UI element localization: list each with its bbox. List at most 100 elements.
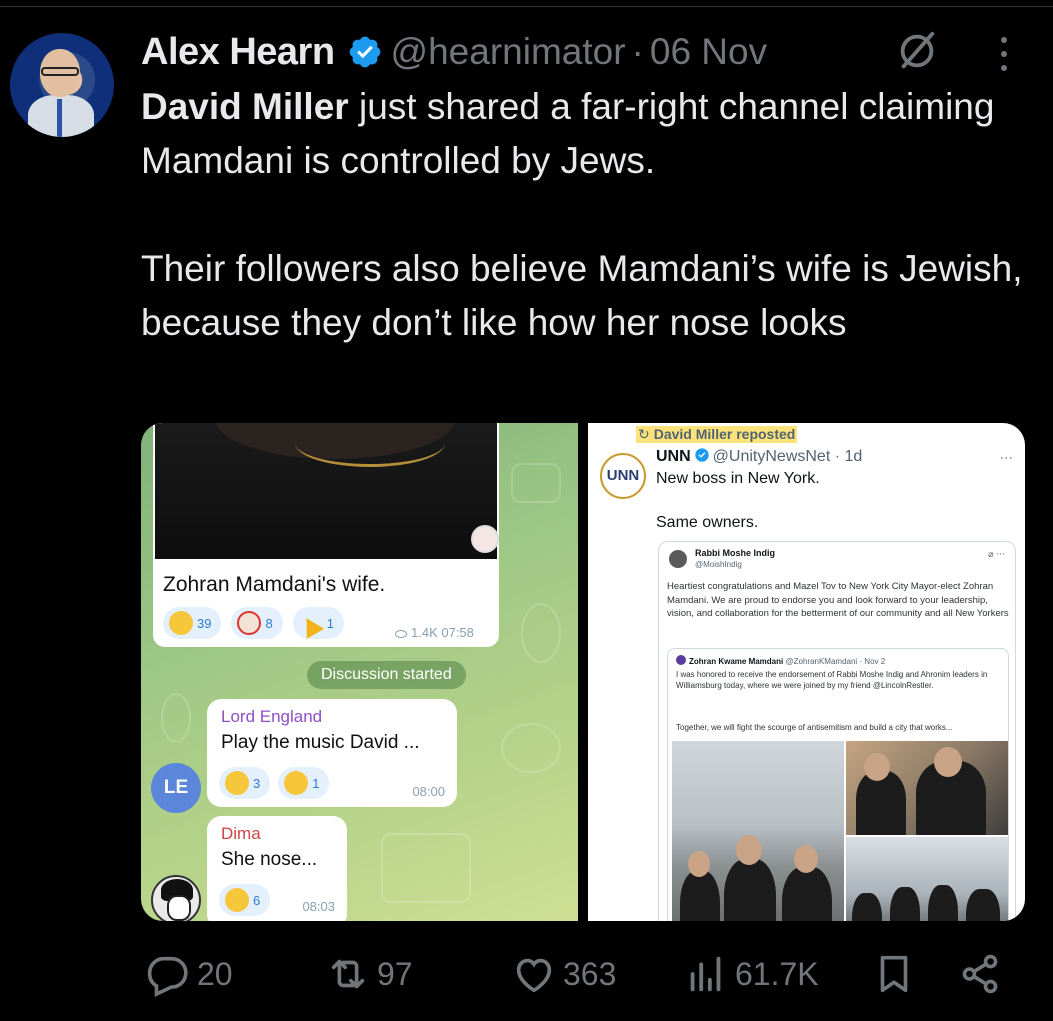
nested-author: Zohran Kwame Mamdani — [689, 657, 784, 666]
sticker-icon — [471, 525, 499, 553]
reaction-grinning[interactable]: 39 — [163, 607, 222, 639]
photo-necklace — [295, 423, 445, 467]
reaction-count: 3 — [253, 775, 261, 791]
doodle — [381, 833, 471, 903]
reaction-grinning[interactable]: 3 — [219, 767, 271, 799]
doodle — [501, 723, 561, 773]
more-options-icon[interactable] — [995, 34, 1013, 74]
repost-button[interactable]: 97 — [325, 946, 413, 1002]
views-and-time: 1.4K 07:58 — [395, 625, 474, 640]
party-popper-emoji-icon — [299, 611, 323, 635]
user-avatar-le[interactable]: LE — [151, 763, 201, 813]
nested-quoted-tweet: Zohran Kwame Mamdani @ZohranKMamdani · N… — [667, 648, 1009, 921]
quoted-icons: ⌀ ··· — [988, 550, 1005, 560]
share-button[interactable] — [957, 946, 1003, 1002]
photo-person — [856, 771, 906, 835]
grinning-emoji-icon — [169, 611, 193, 635]
like-button[interactable]: 363 — [511, 946, 616, 1002]
photo-person — [688, 851, 710, 877]
author-handle[interactable]: @hearnimator — [391, 31, 626, 73]
views-bar-chart-icon — [690, 956, 721, 992]
views-button[interactable]: 61.7K — [683, 946, 819, 1002]
repost-icon — [331, 959, 365, 989]
message-time: 08:03 — [302, 899, 335, 914]
doodle — [161, 693, 191, 743]
reaction-count: 1 — [326, 615, 334, 631]
author-avatar[interactable] — [10, 33, 114, 137]
reply-button[interactable]: 20 — [145, 946, 233, 1002]
quoted-avatar — [669, 550, 687, 568]
header-separator: · — [631, 31, 644, 72]
discussion-started-pill: Discussion started — [307, 661, 466, 689]
nested-avatar — [676, 655, 686, 665]
rofl-emoji-icon — [225, 888, 249, 912]
avatar-background-logo — [20, 47, 40, 61]
like-count: 363 — [563, 955, 617, 992]
views-count: 61.7K — [735, 955, 819, 992]
reaction-count: 8 — [265, 615, 273, 631]
tweet-header: Alex Hearn @hearnimator · 06 Nov — [141, 26, 767, 78]
reaction-count: 39 — [197, 615, 212, 631]
quoted-text: Heartiest congratulations and Mazel Tov … — [667, 581, 1009, 619]
quoted-handle: @MoishIndig — [695, 560, 742, 569]
repost-small-icon: ↻ — [638, 426, 650, 442]
tweet-screenshot[interactable]: ↻ David Miller reposted UNN UNN @UnityNews… — [588, 423, 1025, 921]
photo-person — [794, 845, 818, 873]
nested-photo-2 — [846, 741, 1008, 835]
tweet-actions: 20 97 363 61.7K — [141, 946, 1021, 1002]
telegram-screenshot[interactable]: Zohran Mamdani's wife. 39 8 1 1.4K 07:58… — [141, 423, 578, 921]
doodle — [521, 603, 561, 663]
share-icon — [962, 954, 998, 994]
top-divider — [0, 6, 1053, 7]
clown-emoji-icon — [237, 611, 262, 635]
heart-icon — [516, 958, 552, 993]
tweet-date[interactable]: 06 Nov — [650, 31, 767, 73]
nested-handle: @ZohranKMamdani · Nov 2 — [785, 657, 886, 666]
bookmark-button[interactable] — [871, 946, 917, 1002]
nested-text-2: Together, we will fight the scourge of a… — [676, 723, 953, 732]
photo-person — [966, 889, 1000, 921]
message-author[interactable]: Dima — [221, 824, 261, 844]
screenshot-handle: @UnityNewsNet · 1d — [712, 448, 863, 465]
message-text: Play the music David ... — [221, 732, 420, 753]
verified-badge-icon — [695, 448, 709, 462]
photo-person — [864, 753, 890, 781]
views-time-text: 1.4K 07:58 — [411, 625, 474, 640]
grinning-emoji-icon — [225, 771, 249, 795]
photo-person — [890, 887, 920, 921]
reaction-rofl[interactable]: 6 — [219, 884, 271, 916]
avatar-lanyard — [57, 99, 62, 137]
doodle — [511, 463, 561, 503]
screenshot-tweet-header: UNN @UnityNewsNet · 1d — [656, 447, 862, 466]
chat-message[interactable]: Dima She nose... 6 08:03 — [207, 816, 347, 921]
nested-photo-3 — [846, 837, 1008, 921]
more-options-icon: ··· — [999, 451, 1013, 467]
rofl-emoji-icon — [284, 771, 309, 795]
user-avatar-dima[interactable] — [151, 875, 201, 921]
reply-icon — [147, 956, 188, 997]
tweet-text: David Miller just shared a far-right cha… — [141, 80, 1031, 350]
photo-person — [852, 893, 882, 921]
message-reactions: 6 — [219, 884, 271, 916]
repost-label: ↻ David Miller reposted — [636, 426, 798, 443]
nested-text: I was honored to receive the endorsement… — [676, 670, 988, 690]
mention-david-miller: David Miller — [141, 86, 349, 127]
photo-person — [782, 867, 832, 921]
reaction-clown[interactable]: 8 — [231, 607, 283, 639]
eye-icon — [395, 629, 407, 638]
photo-person — [928, 885, 958, 921]
photo-person — [724, 859, 776, 921]
reaction-party[interactable]: 1 — [292, 607, 344, 639]
grok-icon[interactable] — [894, 28, 940, 74]
screenshot-text-line1: New boss in New York. — [656, 470, 820, 487]
author-name[interactable]: Alex Hearn — [141, 31, 335, 74]
tweet-media[interactable]: Zohran Mamdani's wife. 39 8 1 1.4K 07:58… — [141, 423, 1025, 921]
reaction-rofl[interactable]: 1 — [278, 767, 330, 799]
verified-badge-icon — [349, 36, 380, 68]
message-author[interactable]: Lord England — [221, 707, 322, 727]
bookmark-icon — [880, 955, 908, 993]
message-photo[interactable] — [155, 423, 497, 559]
chat-message[interactable]: Lord England Play the music David ... 3 … — [207, 699, 457, 807]
message-time: 08:00 — [412, 784, 445, 799]
unn-logo: UNN — [600, 453, 646, 499]
